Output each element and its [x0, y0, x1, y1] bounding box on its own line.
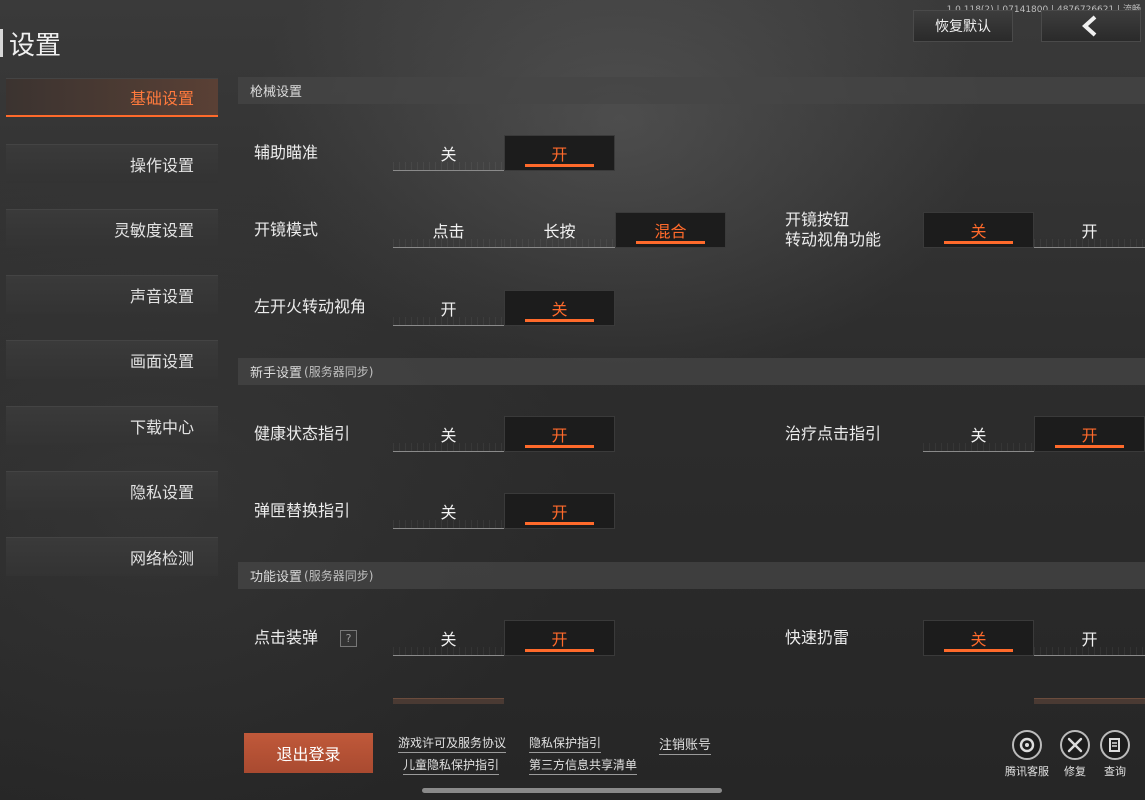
- quick-grenade-on[interactable]: 开: [1034, 620, 1145, 656]
- scope-rotate-on[interactable]: 开: [1034, 212, 1145, 248]
- left-fire-off[interactable]: 关: [504, 290, 615, 326]
- setting-label-scope-rotate: 开镜按钮 转动视角功能: [785, 210, 881, 250]
- reset-default-button[interactable]: 恢复默认: [913, 10, 1013, 42]
- sidebar-item-sound[interactable]: 声音设置: [6, 274, 218, 314]
- setting-label-scope-mode: 开镜模式: [254, 220, 319, 239]
- cancel-account-link[interactable]: 注销账号: [659, 734, 712, 755]
- aim-assist-on[interactable]: 开: [504, 135, 615, 171]
- section-subtitle: (服务器同步): [304, 365, 374, 379]
- chevron-left-icon: [1082, 15, 1097, 37]
- sidebar-item-privacy[interactable]: 隐私设置: [6, 471, 218, 510]
- page-title: 设置: [0, 24, 61, 62]
- setting-label-quick-grenade: 快速扔雷: [785, 628, 850, 647]
- customer-service-icon: [1012, 730, 1042, 760]
- quick-grenade-toggle: 关 开: [923, 620, 1145, 656]
- setting-label-aim-assist: 辅助瞄准: [254, 143, 319, 162]
- setting-label-health-guide: 健康状态指引: [254, 424, 351, 443]
- third-party-link[interactable]: 第三方信息共享清单: [529, 756, 638, 775]
- scope-mode-mixed[interactable]: 混合: [615, 212, 726, 248]
- setting-label-tap-reload: 点击装弹: [254, 628, 319, 647]
- sidebar-item-basic[interactable]: 基础设置: [6, 78, 218, 117]
- setting-label-mag-guide: 弹匣替换指引: [254, 501, 351, 520]
- scope-mode-toggle: 点击 长按 混合: [393, 212, 726, 248]
- health-guide-off[interactable]: 关: [393, 416, 504, 452]
- sidebar-item-download[interactable]: 下载中心: [6, 405, 218, 445]
- section-header-newbie: 新手设置 (服务器同步): [238, 358, 1145, 385]
- child-privacy-link[interactable]: 儿童隐私保护指引: [403, 756, 500, 775]
- heal-guide-on[interactable]: 开: [1034, 416, 1145, 452]
- scope-mode-hold[interactable]: 长按: [504, 212, 615, 248]
- home-indicator[interactable]: [422, 788, 722, 793]
- section-header-function: 功能设置 (服务器同步): [238, 562, 1145, 589]
- health-guide-toggle: 关 开: [393, 416, 615, 452]
- mag-guide-toggle: 关 开: [393, 493, 615, 529]
- logout-button[interactable]: 退出登录: [244, 733, 373, 773]
- settings-content: 枪械设置 辅助瞄准 关 开 开镜模式 点击 长按 混合 开镜按钮 转动视角功能 …: [238, 77, 1145, 777]
- heal-guide-off[interactable]: 关: [923, 416, 1034, 452]
- quick-grenade-off[interactable]: 关: [923, 620, 1034, 656]
- section-title: 新手设置: [250, 366, 303, 381]
- section-header-gun: 枪械设置: [238, 77, 1145, 104]
- sidebar-item-sensitivity[interactable]: 灵敏度设置: [6, 209, 218, 248]
- setting-label-heal-guide: 治疗点击指引: [785, 424, 882, 443]
- button-label: 腾讯客服: [1005, 765, 1049, 778]
- label-line-1: 开镜按钮: [785, 210, 850, 229]
- scope-mode-tap[interactable]: 点击: [393, 212, 504, 248]
- section-title: 枪械设置: [250, 85, 303, 100]
- health-guide-on[interactable]: 开: [504, 416, 615, 452]
- mag-guide-off[interactable]: 关: [393, 493, 504, 529]
- back-button[interactable]: [1041, 10, 1141, 42]
- setting-label-left-fire: 左开火转动视角: [254, 297, 367, 316]
- sidebar: 基础设置 操作设置 灵敏度设置 声音设置 画面设置 下载中心 隐私设置 网络检测: [6, 78, 218, 602]
- mag-guide-on[interactable]: 开: [504, 493, 615, 529]
- aim-assist-off[interactable]: 关: [393, 135, 504, 171]
- query-button[interactable]: 查询: [1090, 730, 1140, 779]
- license-link[interactable]: 游戏许可及服务协议: [398, 734, 507, 753]
- left-fire-toggle: 开 关: [393, 290, 615, 326]
- sidebar-item-network[interactable]: 网络检测: [6, 536, 218, 576]
- heal-guide-toggle: 关 开: [923, 416, 1145, 452]
- tap-reload-off[interactable]: 关: [393, 620, 504, 656]
- customer-service-button[interactable]: 腾讯客服: [1002, 730, 1052, 779]
- scope-rotate-toggle: 关 开: [923, 212, 1145, 248]
- title-bar-decoration: [0, 29, 3, 57]
- left-fire-on[interactable]: 开: [393, 290, 504, 326]
- repair-tools-icon: [1060, 730, 1090, 760]
- sidebar-item-controls[interactable]: 操作设置: [6, 143, 218, 183]
- tap-reload-on[interactable]: 开: [504, 620, 615, 656]
- privacy-link[interactable]: 隐私保护指引: [529, 734, 602, 753]
- tap-reload-toggle: 关 开: [393, 620, 615, 656]
- button-label: 查询: [1104, 765, 1126, 778]
- next-row-toggle-peek: [1034, 698, 1145, 704]
- section-title: 功能设置: [250, 570, 303, 585]
- next-row-toggle-peek: [393, 698, 504, 704]
- label-line-2: 转动视角功能: [785, 230, 882, 249]
- aim-assist-toggle: 关 开: [393, 135, 615, 171]
- query-document-icon: [1100, 730, 1130, 760]
- page-title-text: 设置: [9, 30, 62, 61]
- section-subtitle: (服务器同步): [304, 569, 374, 583]
- help-icon[interactable]: ?: [340, 630, 357, 647]
- scope-rotate-off[interactable]: 关: [923, 212, 1034, 248]
- sidebar-item-graphics[interactable]: 画面设置: [6, 340, 218, 379]
